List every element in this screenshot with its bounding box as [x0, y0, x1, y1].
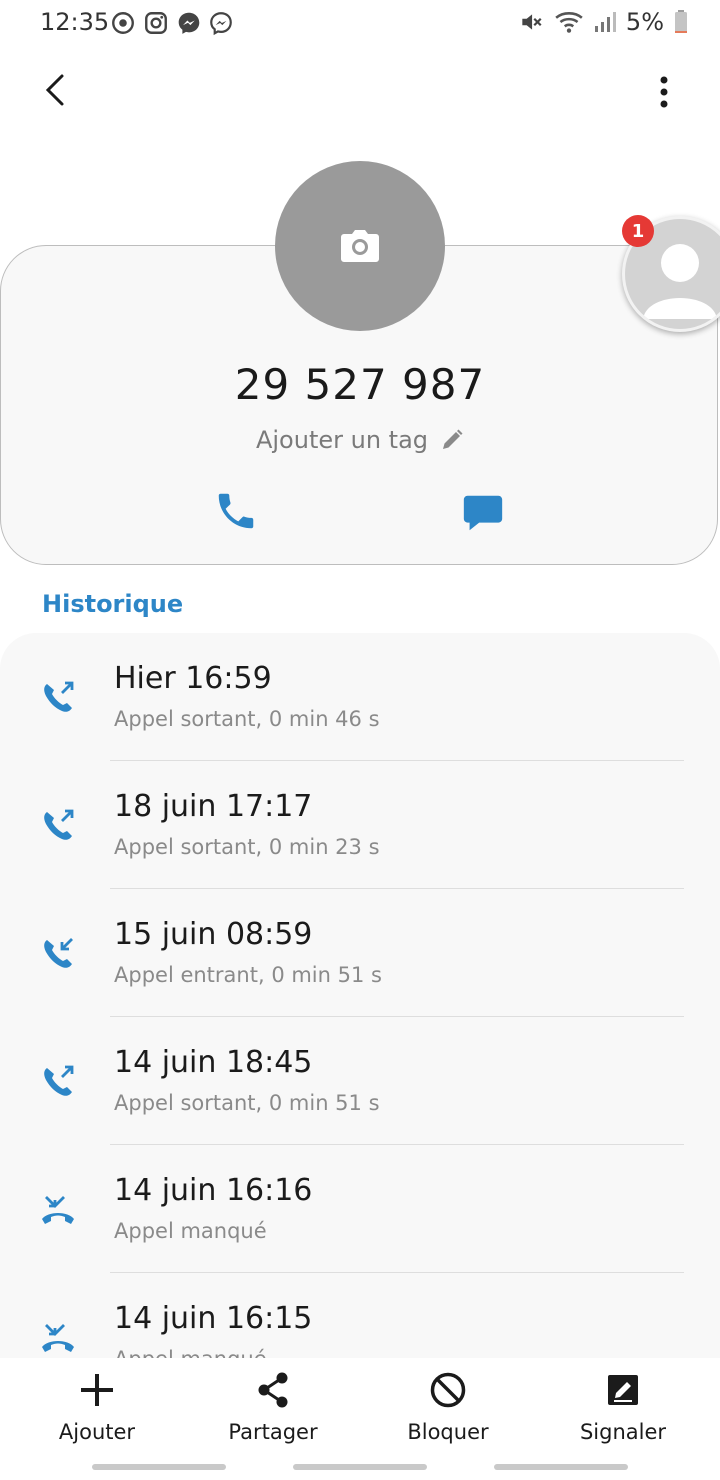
- report-icon: [608, 1375, 638, 1405]
- bottom-action-bar: Ajouter Partager Bloquer Signaler: [0, 1358, 720, 1480]
- call-description: Appel sortant, 0 min 51 s: [114, 1091, 380, 1115]
- back-button[interactable]: [34, 68, 78, 112]
- add-tag-button[interactable]: Ajouter un tag: [0, 426, 720, 454]
- report-button[interactable]: Signaler: [553, 1370, 693, 1444]
- call-description: Appel entrant, 0 min 51 s: [114, 963, 382, 987]
- nav-pill-left[interactable]: [92, 1464, 226, 1470]
- more-options-button[interactable]: [642, 68, 686, 116]
- nav-pill-center[interactable]: [293, 1464, 427, 1470]
- history-entry[interactable]: 14 juin 16:15 Appel manqué: [0, 1273, 720, 1358]
- call-date: Hier 16:59: [114, 661, 272, 696]
- history-title: Historique: [42, 590, 184, 618]
- call-button[interactable]: [213, 488, 259, 534]
- history-entry[interactable]: 18 juin 17:17 Appel sortant, 0 min 23 s: [0, 761, 720, 889]
- plus-icon: [81, 1374, 113, 1406]
- history-entry[interactable]: 14 juin 18:45 Appel sortant, 0 min 51 s: [0, 1017, 720, 1145]
- camera-icon: [341, 230, 379, 262]
- sync-icon: [112, 12, 134, 34]
- phone-icon: [218, 493, 254, 529]
- call-incoming-icon: [38, 933, 78, 973]
- status-bar: 12:35 5%: [0, 0, 720, 46]
- share-label: Partager: [228, 1420, 318, 1444]
- history-entry[interactable]: Hier 16:59 Appel sortant, 0 min 46 s: [0, 633, 720, 761]
- share-icon: [258, 1372, 288, 1408]
- call-date: 18 juin 17:17: [114, 789, 313, 824]
- history-entry[interactable]: 14 juin 16:16 Appel manqué: [0, 1145, 720, 1273]
- battery-icon: [675, 10, 687, 33]
- wifi-icon: [555, 12, 583, 33]
- block-label: Bloquer: [407, 1420, 489, 1444]
- report-label: Signaler: [579, 1420, 667, 1444]
- call-date: 14 juin 18:45: [114, 1045, 313, 1080]
- messenger-icon: [178, 12, 200, 34]
- call-description: Appel manqué: [114, 1219, 267, 1243]
- message-icon: [463, 495, 503, 531]
- call-missed-icon: [38, 1317, 78, 1357]
- call-date: 14 juin 16:15: [114, 1301, 313, 1336]
- status-right: 5%: [518, 8, 688, 36]
- call-date: 15 juin 08:59: [114, 917, 313, 952]
- block-icon: [430, 1372, 466, 1408]
- message-button[interactable]: [460, 490, 506, 536]
- call-date: 14 juin 16:16: [114, 1173, 313, 1208]
- contact-avatar[interactable]: [275, 161, 445, 331]
- instagram-icon: [145, 12, 167, 34]
- nav-pill-right[interactable]: [494, 1464, 628, 1470]
- share-button[interactable]: Partager: [203, 1370, 343, 1444]
- mute-icon: [522, 14, 542, 30]
- battery-percent: 5%: [625, 8, 664, 36]
- call-description: Appel sortant, 0 min 23 s: [114, 835, 380, 859]
- call-outgoing-icon: [38, 1061, 78, 1101]
- add-label: Ajouter: [58, 1420, 136, 1444]
- messenger-outline-icon: [210, 12, 232, 36]
- chevron-left-icon: [45, 74, 64, 106]
- status-time: 12:35: [40, 8, 110, 36]
- call-history-list: Hier 16:59 Appel sortant, 0 min 46 s 18 …: [0, 633, 720, 1358]
- notification-badge: 1: [622, 215, 654, 247]
- pencil-icon: [443, 429, 463, 449]
- history-entry[interactable]: 15 juin 08:59 Appel entrant, 0 min 51 s: [0, 889, 720, 1017]
- more-vertical-icon: [660, 76, 668, 108]
- call-missed-icon: [38, 1189, 78, 1229]
- block-button[interactable]: Bloquer: [378, 1370, 518, 1444]
- call-description: Appel manqué: [114, 1347, 267, 1358]
- tag-placeholder: Ajouter un tag: [255, 426, 429, 454]
- signal-icon: [594, 12, 616, 32]
- add-contact-button[interactable]: Ajouter: [27, 1370, 167, 1444]
- call-outgoing-icon: [38, 677, 78, 717]
- contact-number: 29 527 987: [234, 360, 486, 409]
- call-description: Appel sortant, 0 min 46 s: [114, 707, 380, 731]
- call-outgoing-icon: [38, 805, 78, 845]
